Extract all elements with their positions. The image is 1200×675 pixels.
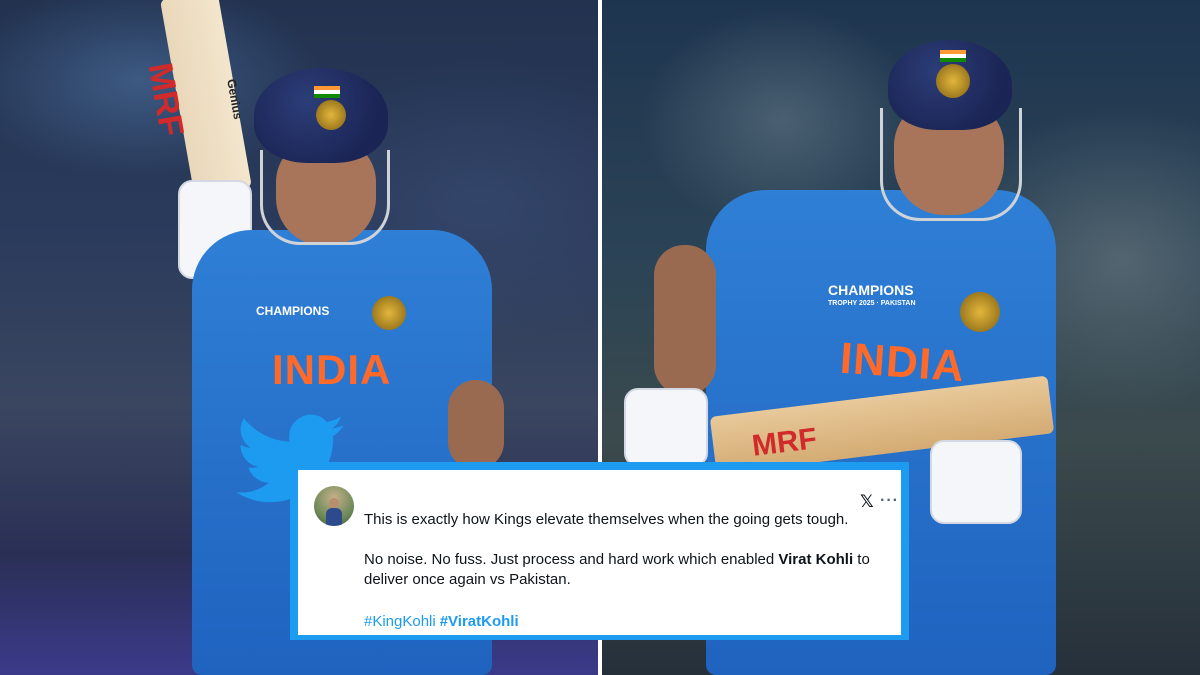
- tournament-sub: TROPHY 2025 · PAKISTAN: [828, 300, 916, 307]
- x-logo-icon[interactable]: 𝕏: [860, 492, 874, 512]
- tweet-card[interactable]: This is exactly how Kings elevate themse…: [298, 470, 901, 635]
- tournament-logo: CHAMPIONS: [256, 304, 330, 318]
- batting-glove-right: [930, 440, 1022, 524]
- tweet-text-line-2: No noise. No fuss. Just process and hard…: [364, 550, 870, 570]
- avatar-body: [326, 508, 342, 526]
- jersey-text: INDIA: [838, 333, 967, 392]
- hashtag-link[interactable]: #KingKohli: [364, 613, 436, 630]
- bcci-badge: [372, 296, 406, 330]
- bcci-badge: [960, 292, 1000, 332]
- left-arm: [654, 245, 716, 395]
- hashtags: #KingKohli #ViratKohli: [364, 612, 523, 632]
- tweet-text-line-3: deliver once again vs Pakistan.: [364, 571, 571, 588]
- tweet-text-segment: to: [853, 551, 870, 568]
- helmet-grille: [260, 150, 390, 245]
- batting-glove-left: [624, 388, 708, 467]
- tournament-logo: CHAMPIONS: [828, 282, 914, 298]
- tweet-text-segment: No noise. No fuss. Just process and hard…: [364, 551, 779, 568]
- helmet-grille: [880, 108, 1022, 221]
- tweet-text-line-1: This is exactly how Kings elevate themse…: [364, 511, 849, 528]
- helmet-flag: [314, 86, 340, 98]
- helmet-badge: [936, 64, 970, 98]
- hashtag-link[interactable]: #ViratKohli: [440, 613, 519, 630]
- mention-bold: Virat Kohli: [778, 551, 854, 568]
- avatar[interactable]: [314, 486, 354, 526]
- tweet-card-frame: This is exactly how Kings elevate themse…: [290, 462, 909, 640]
- jersey-text: INDIA: [272, 346, 392, 393]
- right-arm: [448, 380, 504, 470]
- helmet-flag: [940, 50, 966, 62]
- more-options-icon[interactable]: ···: [880, 492, 899, 510]
- helmet-badge: [316, 100, 346, 130]
